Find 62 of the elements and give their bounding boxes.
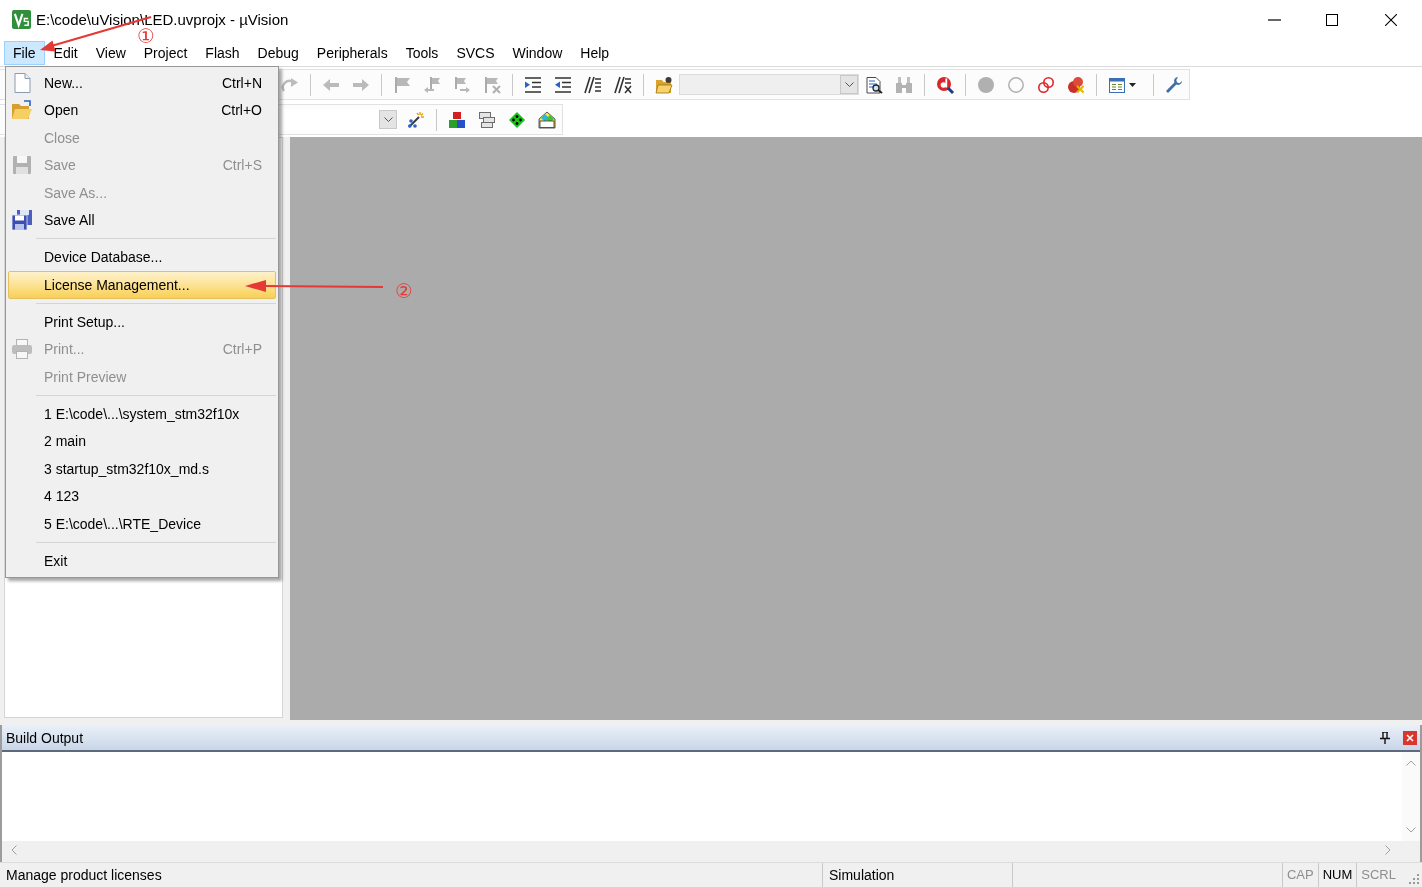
chevron-down-icon[interactable] [383, 117, 393, 122]
menu-bar-item[interactable]: Window [503, 40, 572, 65]
resize-grip-icon[interactable] [1407, 872, 1419, 884]
diamond-icon[interactable] [509, 111, 525, 128]
menu-item[interactable]: 2 main [8, 427, 276, 455]
menu-bar-item[interactable]: SVCS [447, 40, 504, 65]
menu-item[interactable]: 1 E:\code\...\system_stm32f10x [8, 400, 276, 428]
close-icon[interactable] [1385, 13, 1397, 26]
minimize-icon[interactable] [1268, 18, 1281, 21]
status-indicator: CAP [1281, 863, 1318, 887]
status-indicator: NUM [1317, 863, 1357, 887]
menu-item[interactable]: 5 E:\code\...\RTE_Device [8, 510, 276, 538]
menu-item[interactable]: Save All [8, 206, 276, 234]
menu-bar-item[interactable]: File [4, 40, 45, 65]
debug-magnifier-icon[interactable] [937, 76, 953, 93]
status-indicator: SCRL [1356, 863, 1400, 887]
window-icon[interactable] [1109, 76, 1125, 93]
menu-item[interactable]: Exit [8, 547, 276, 575]
status-message: Manage product licenses [5, 866, 163, 885]
menu-item[interactable]: 3 startup_stm32f10x_md.s [8, 455, 276, 483]
panel-title: Build Output [5, 729, 84, 746]
status-text: Simulation [822, 863, 1012, 887]
double-circle-icon[interactable] [1038, 76, 1054, 93]
floppy-disks-icon [12, 210, 32, 231]
wrench-icon[interactable] [1166, 76, 1182, 93]
circles-cross-icon[interactable] [1068, 76, 1084, 93]
uncomment-icon[interactable] [615, 76, 631, 93]
menu-item[interactable]: License Management... [8, 271, 276, 299]
menu-bar-item[interactable]: Debug [248, 40, 308, 65]
menu-item[interactable]: Open Ctrl+O [8, 96, 276, 124]
shortcut-text: Ctrl+O [221, 102, 263, 119]
menu-item[interactable]: 4 123 [8, 482, 276, 510]
cubes-icon[interactable] [449, 111, 465, 128]
find-document-icon[interactable] [866, 76, 882, 93]
indent-icon[interactable] [525, 76, 541, 93]
menu-bar-item[interactable]: Help [571, 40, 619, 65]
printer-icon [12, 339, 32, 360]
comment-slashes-icon[interactable] [585, 76, 601, 93]
outdent-icon[interactable] [555, 76, 571, 93]
folder-icon[interactable] [656, 76, 672, 93]
caret-icon[interactable] [1129, 82, 1136, 87]
menu-item[interactable]: Print Setup... [8, 308, 276, 336]
folder-icon [12, 100, 32, 121]
menu-bar-item[interactable]: Peripherals [307, 40, 397, 65]
pack-icon[interactable] [539, 111, 555, 128]
menu-bar-item[interactable]: Edit [44, 40, 87, 65]
annotation-label: ② [395, 281, 413, 301]
pin-icon[interactable] [1380, 731, 1390, 744]
menu-bar-item[interactable]: Flash [196, 40, 249, 65]
annotation-label: ① [137, 26, 155, 46]
stacked-windows-icon[interactable] [479, 111, 495, 128]
blank-page-icon [12, 72, 32, 93]
magic-wand-icon[interactable] [408, 111, 424, 128]
menu-item[interactable]: New... Ctrl+N [8, 69, 276, 97]
menu-item[interactable]: Device Database... [8, 243, 276, 271]
app-icon [12, 10, 31, 29]
menu-bar-item[interactable]: View [86, 40, 135, 65]
shortcut-text: Ctrl+N [221, 74, 263, 91]
maximize-icon[interactable] [1326, 13, 1338, 26]
shortcut-text: Ctrl+P [222, 341, 263, 358]
shortcut-text: Ctrl+S [222, 157, 263, 174]
menu-bar-item[interactable]: Tools [396, 40, 448, 65]
